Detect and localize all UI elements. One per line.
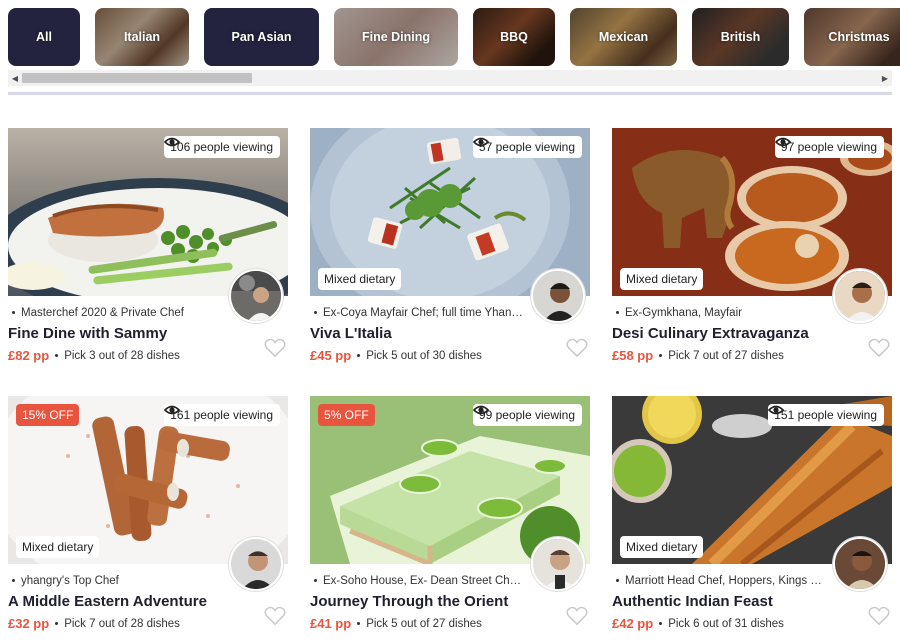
viewing-count: 151 people viewing (774, 408, 877, 422)
discount-badge: 15% OFF (16, 404, 80, 426)
chef-credentials: yhangry's Top Chef (12, 575, 224, 587)
price-row: £32 pp Pick 7 out of 28 dishes (8, 616, 180, 631)
dietary-badge: Mixed dietary (620, 268, 704, 290)
favorite-heart-icon[interactable] (566, 606, 588, 626)
menu-title[interactable]: Fine Dine with Sammy (8, 325, 167, 342)
menu-card[interactable]: 15% OFF 161 people viewing Mixed dietary… (8, 396, 288, 636)
price-per-person: £42 pp (612, 616, 654, 631)
category-bbq[interactable]: BBQ (473, 8, 555, 66)
menu-card[interactable]: 151 people viewing Mixed dietary Marriot… (612, 396, 892, 636)
favorite-heart-icon[interactable] (868, 338, 890, 358)
eye-icon (774, 137, 791, 147)
price-row: £45 pp Pick 5 out of 30 dishes (310, 348, 482, 363)
category-mexican[interactable]: Mexican (570, 8, 677, 66)
category-fine-dining[interactable]: Fine Dining (334, 8, 458, 66)
chef-credentials: Ex-Soho House, Ex- Dean Street Chef l... (314, 575, 526, 587)
chef-credentials: Ex-Coya Mayfair Chef; full time Yhangry.… (314, 307, 526, 319)
price-per-person: £32 pp (8, 616, 50, 631)
viewing-count: 161 people viewing (170, 408, 273, 422)
menu-title[interactable]: A Middle Eastern Adventure (8, 593, 207, 610)
category-label: Fine Dining (361, 30, 431, 44)
scroll-right-arrow-icon[interactable]: ▶ (878, 70, 892, 86)
favorite-heart-icon[interactable] (566, 338, 588, 358)
viewing-badge: 106 people viewing (164, 136, 280, 158)
dish-pick-info: Pick 7 out of 27 dishes (668, 349, 784, 362)
chef-credentials: Marriott Head Chef, Hoppers, Kings Cro..… (616, 575, 828, 587)
menu-card[interactable]: 97 people viewing Mixed dietary Ex-Gymkh… (612, 128, 892, 368)
category-carousel: All Italian Pan Asian Fine Dining BBQ Me… (0, 0, 900, 70)
price-row: £41 pp Pick 5 out of 27 dishes (310, 616, 482, 631)
category-pan-asian[interactable]: Pan Asian (204, 8, 319, 66)
chef-credentials: Ex-Gymkhana, Mayfair (616, 307, 828, 319)
chef-avatar[interactable] (229, 537, 283, 591)
eye-icon (768, 405, 785, 415)
viewing-count: 106 people viewing (170, 140, 273, 154)
category-label: Italian (123, 30, 161, 44)
chef-avatar[interactable] (531, 269, 585, 323)
menu-card[interactable]: 57 people viewing Mixed dietary Ex-Coya … (310, 128, 590, 368)
category-label: Pan Asian (231, 30, 292, 44)
eye-icon (164, 405, 181, 415)
scroll-left-arrow-icon[interactable]: ◀ (8, 70, 22, 86)
viewing-count: 97 people viewing (780, 140, 877, 154)
category-label: All (36, 30, 52, 44)
viewing-count: 57 people viewing (478, 140, 575, 154)
price-per-person: £45 pp (310, 348, 352, 363)
chef-avatar[interactable] (833, 269, 887, 323)
dish-pick-info: Pick 6 out of 31 dishes (668, 617, 784, 630)
category-label: BBQ (500, 30, 528, 44)
price-per-person: £82 pp (8, 348, 50, 363)
viewing-badge: 57 people viewing (472, 136, 582, 158)
price-row: £58 pp Pick 7 out of 27 dishes (612, 348, 784, 363)
menu-title[interactable]: Journey Through the Orient (310, 593, 508, 610)
eye-icon (472, 405, 489, 415)
favorite-heart-icon[interactable] (868, 606, 890, 626)
viewing-badge: 161 people viewing (164, 404, 280, 426)
dish-pick-info: Pick 5 out of 30 dishes (366, 349, 482, 362)
viewing-badge: 99 people viewing (472, 404, 582, 426)
scrollbar-thumb[interactable] (22, 73, 252, 83)
chef-avatar[interactable] (833, 537, 887, 591)
viewing-badge: 97 people viewing (774, 136, 884, 158)
price-per-person: £41 pp (310, 616, 352, 631)
price-row: £82 pp Pick 3 out of 28 dishes (8, 348, 180, 363)
viewing-count: 99 people viewing (478, 408, 575, 422)
dietary-badge: Mixed dietary (16, 536, 100, 558)
chef-credentials: Masterchef 2020 & Private Chef (12, 307, 224, 319)
viewing-badge: 151 people viewing (768, 404, 884, 426)
menu-card[interactable]: 106 people viewing Masterchef 2020 & Pri… (8, 128, 288, 368)
menu-card[interactable]: 5% OFF 99 people viewing Ex-Soho House, … (310, 396, 590, 636)
section-divider (8, 92, 892, 95)
category-christmas[interactable]: Christmas (804, 8, 900, 66)
menu-title[interactable]: Desi Culinary Extravaganza (612, 325, 809, 342)
favorite-heart-icon[interactable] (264, 338, 286, 358)
category-italian[interactable]: Italian (95, 8, 189, 66)
menu-title[interactable]: Viva L'Italia (310, 325, 392, 342)
dish-pick-info: Pick 5 out of 27 dishes (366, 617, 482, 630)
price-per-person: £58 pp (612, 348, 654, 363)
category-label: Mexican (598, 30, 649, 44)
chef-avatar[interactable] (229, 269, 283, 323)
category-label: Christmas (828, 30, 890, 44)
chef-avatar[interactable] (531, 537, 585, 591)
favorite-heart-icon[interactable] (264, 606, 286, 626)
category-label: British (720, 30, 761, 44)
dietary-badge: Mixed dietary (318, 268, 402, 290)
dish-pick-info: Pick 7 out of 28 dishes (64, 617, 180, 630)
category-scrollbar[interactable]: ◀ ▶ (8, 70, 892, 86)
category-british[interactable]: British (692, 8, 789, 66)
dietary-badge: Mixed dietary (620, 536, 704, 558)
dish-pick-info: Pick 3 out of 28 dishes (64, 349, 180, 362)
eye-icon (472, 137, 489, 147)
discount-badge: 5% OFF (318, 404, 375, 426)
eye-icon (164, 137, 181, 147)
category-all[interactable]: All (8, 8, 80, 66)
menu-title[interactable]: Authentic Indian Feast (612, 593, 773, 610)
price-row: £42 pp Pick 6 out of 31 dishes (612, 616, 784, 631)
